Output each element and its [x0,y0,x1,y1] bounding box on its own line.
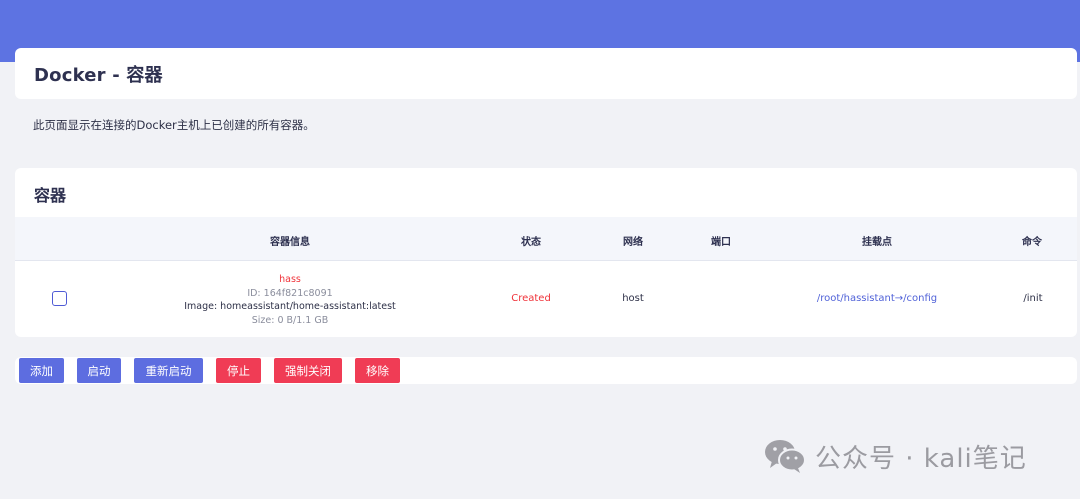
section-title: 容器 [34,186,67,205]
column-header-status: 状态 [521,237,541,248]
restart-button[interactable]: 重新启动 [134,358,203,383]
column-header-info: 容器信息 [270,237,310,248]
container-name[interactable]: hass [184,273,396,287]
container-image: Image: homeassistant/home-assistant:late… [184,301,396,312]
page-title: Docker - 容器 [34,64,163,86]
force-stop-button[interactable]: 强制关闭 [274,358,342,383]
column-header-network: 网络 [623,237,643,248]
column-header-mounts: 挂载点 [862,237,892,248]
row-select-checkbox[interactable] [52,291,67,306]
watermark: 公众号 · kali笔记 [763,437,1027,475]
start-button[interactable]: 启动 [77,358,121,383]
add-button[interactable]: 添加 [19,358,64,383]
page-description: 此页面显示在连接的Docker主机上已创建的所有容器。 [33,118,315,132]
table-row: hass ID: 164f821c8091 Image: homeassista… [15,262,1077,337]
container-mount[interactable]: /root/hassistant→/config [817,293,937,304]
remove-button[interactable]: 移除 [355,358,400,383]
container-info: hass ID: 164f821c8091 Image: homeassista… [184,273,396,327]
column-header-ports: 端口 [711,237,731,248]
container-network: host [622,293,644,304]
containers-panel: 容器 容器信息 状态 网络 端口 挂载点 命令 hass ID: 164f821… [15,168,1077,337]
stop-button[interactable]: 停止 [216,358,261,383]
container-command: /init [1023,293,1043,304]
column-header-command: 命令 [1022,237,1042,248]
page-header: Docker - 容器 [15,48,1077,99]
table-header: 容器信息 状态 网络 端口 挂载点 命令 [15,217,1077,261]
container-id: ID: 164f821c8091 [247,287,333,299]
wechat-icon [765,440,806,473]
container-status: Created [511,293,551,304]
watermark-text: 公众号 · kali笔记 [815,443,1027,474]
container-size: Size: 0 B/1.1 GB [251,314,329,326]
